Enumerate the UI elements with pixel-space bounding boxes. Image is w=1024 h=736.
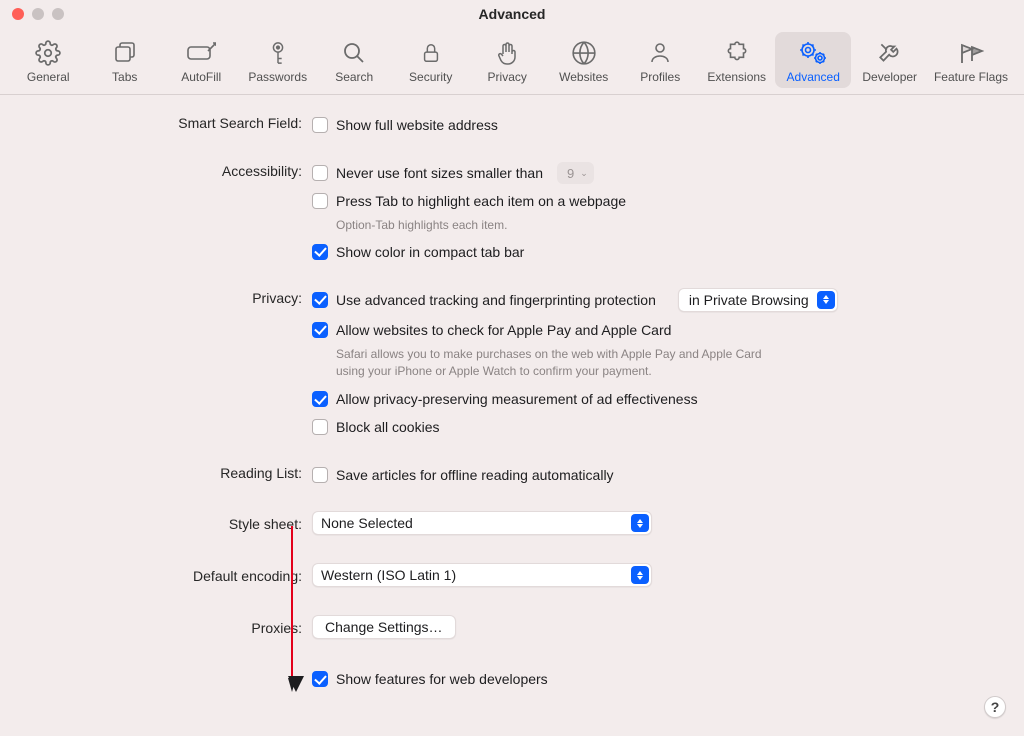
tab-passwords[interactable]: Passwords	[239, 32, 316, 88]
preferences-toolbar: General Tabs AutoFill Passwords Search S…	[0, 28, 1024, 95]
key-icon	[267, 38, 289, 68]
accessibility-label: Accessibility:	[40, 161, 312, 179]
show-full-address-checkbox[interactable]: Show full website address	[312, 113, 498, 137]
select-value: Western (ISO Latin 1)	[321, 567, 456, 583]
checkbox-label: Show full website address	[336, 117, 498, 133]
tab-label: AutoFill	[181, 70, 221, 84]
checkbox-icon	[312, 671, 328, 687]
privacy-label: Privacy:	[40, 288, 312, 306]
tab-search[interactable]: Search	[316, 32, 393, 88]
chevron-down-icon: ⌄	[580, 168, 588, 179]
tab-advanced[interactable]: Advanced	[775, 32, 852, 88]
checkbox-label: Use advanced tracking and fingerprinting…	[336, 292, 656, 308]
apple-pay-hint: Safari allows you to make purchases on t…	[336, 346, 766, 380]
select-caret-icon	[817, 291, 835, 309]
tab-security[interactable]: Security	[392, 32, 469, 88]
tracking-scope-select[interactable]: in Private Browsing	[678, 288, 838, 312]
checkbox-label: Allow privacy-preserving measurement of …	[336, 391, 698, 407]
reading-list-label: Reading List:	[40, 463, 312, 481]
tabs-icon	[112, 38, 138, 68]
tab-feature-flags[interactable]: Feature Flags	[928, 32, 1014, 88]
checkbox-label: Show features for web developers	[336, 671, 548, 687]
tab-extensions[interactable]: Extensions	[698, 32, 775, 88]
globe-icon	[571, 38, 597, 68]
tab-label: Websites	[559, 70, 608, 84]
checkbox-icon	[312, 193, 328, 209]
tab-label: General	[27, 70, 70, 84]
tab-autofill[interactable]: AutoFill	[163, 32, 240, 88]
checkbox-icon	[312, 292, 328, 308]
autofill-icon	[186, 38, 216, 68]
min-font-stepper[interactable]: 9 ⌄	[557, 162, 594, 184]
search-icon	[342, 38, 366, 68]
block-cookies-checkbox[interactable]: Block all cookies	[312, 415, 440, 439]
encoding-label: Default encoding:	[40, 566, 312, 584]
tab-label: Security	[409, 70, 452, 84]
tab-label: Privacy	[488, 70, 527, 84]
tab-privacy[interactable]: Privacy	[469, 32, 546, 88]
select-caret-icon	[631, 514, 649, 532]
gears-icon	[798, 38, 828, 68]
flags-icon	[956, 38, 986, 68]
select-value: in Private Browsing	[689, 292, 809, 308]
tab-label: Tabs	[112, 70, 137, 84]
tab-label: Feature Flags	[934, 70, 1008, 84]
dev-features-checkbox[interactable]: Show features for web developers	[312, 667, 548, 691]
tools-icon	[877, 38, 903, 68]
tab-label: Profiles	[640, 70, 680, 84]
checkbox-icon	[312, 322, 328, 338]
help-label: ?	[991, 699, 1000, 715]
encoding-select[interactable]: Western (ISO Latin 1)	[312, 563, 652, 587]
min-font-checkbox[interactable]: Never use font sizes smaller than	[312, 161, 543, 185]
apple-pay-checkbox[interactable]: Allow websites to check for Apple Pay an…	[312, 318, 671, 342]
save-offline-checkbox[interactable]: Save articles for offline reading automa…	[312, 463, 614, 487]
select-value: None Selected	[321, 515, 413, 531]
checkbox-icon	[312, 117, 328, 133]
adv-tracking-checkbox[interactable]: Use advanced tracking and fingerprinting…	[312, 288, 656, 312]
tab-profiles[interactable]: Profiles	[622, 32, 699, 88]
puzzle-icon	[724, 38, 750, 68]
checkbox-icon	[312, 419, 328, 435]
empty-label	[40, 667, 312, 669]
select-caret-icon	[631, 566, 649, 584]
compact-color-checkbox[interactable]: Show color in compact tab bar	[312, 240, 524, 264]
tab-label: Search	[335, 70, 373, 84]
preferences-content: Smart Search Field: Show full website ad…	[0, 95, 1024, 735]
checkbox-icon	[312, 165, 328, 181]
stepper-value: 9	[567, 166, 574, 181]
checkbox-icon	[312, 391, 328, 407]
checkbox-label: Allow websites to check for Apple Pay an…	[336, 322, 671, 338]
button-label: Change Settings…	[325, 619, 443, 635]
person-icon	[648, 38, 672, 68]
tab-tabs[interactable]: Tabs	[86, 32, 163, 88]
checkbox-label: Show color in compact tab bar	[336, 244, 524, 260]
tab-label: Extensions	[707, 70, 766, 84]
checkbox-label: Save articles for offline reading automa…	[336, 467, 614, 483]
change-settings-button[interactable]: Change Settings…	[312, 615, 456, 639]
checkbox-label: Press Tab to highlight each item on a we…	[336, 193, 626, 209]
checkbox-icon	[312, 244, 328, 260]
hand-icon	[495, 38, 519, 68]
tab-general[interactable]: General	[10, 32, 87, 88]
gear-icon	[35, 38, 61, 68]
style-sheet-select[interactable]: None Selected	[312, 511, 652, 535]
ad-measure-checkbox[interactable]: Allow privacy-preserving measurement of …	[312, 387, 698, 411]
press-tab-hint: Option-Tab highlights each item.	[336, 217, 507, 234]
help-button[interactable]: ?	[984, 696, 1006, 718]
tab-label: Advanced	[787, 70, 840, 84]
tab-label: Passwords	[248, 70, 307, 84]
lock-icon	[420, 38, 442, 68]
checkbox-icon	[312, 467, 328, 483]
smart-search-label: Smart Search Field:	[40, 113, 312, 131]
titlebar: Advanced	[0, 0, 1024, 28]
style-sheet-label: Style sheet:	[40, 514, 312, 532]
window-title: Advanced	[0, 6, 1024, 22]
checkbox-label: Block all cookies	[336, 419, 440, 435]
checkbox-label: Never use font sizes smaller than	[336, 165, 543, 181]
tab-label: Developer	[862, 70, 917, 84]
press-tab-checkbox[interactable]: Press Tab to highlight each item on a we…	[312, 189, 626, 213]
proxies-label: Proxies:	[40, 618, 312, 636]
tab-websites[interactable]: Websites	[545, 32, 622, 88]
tab-developer[interactable]: Developer	[851, 32, 928, 88]
